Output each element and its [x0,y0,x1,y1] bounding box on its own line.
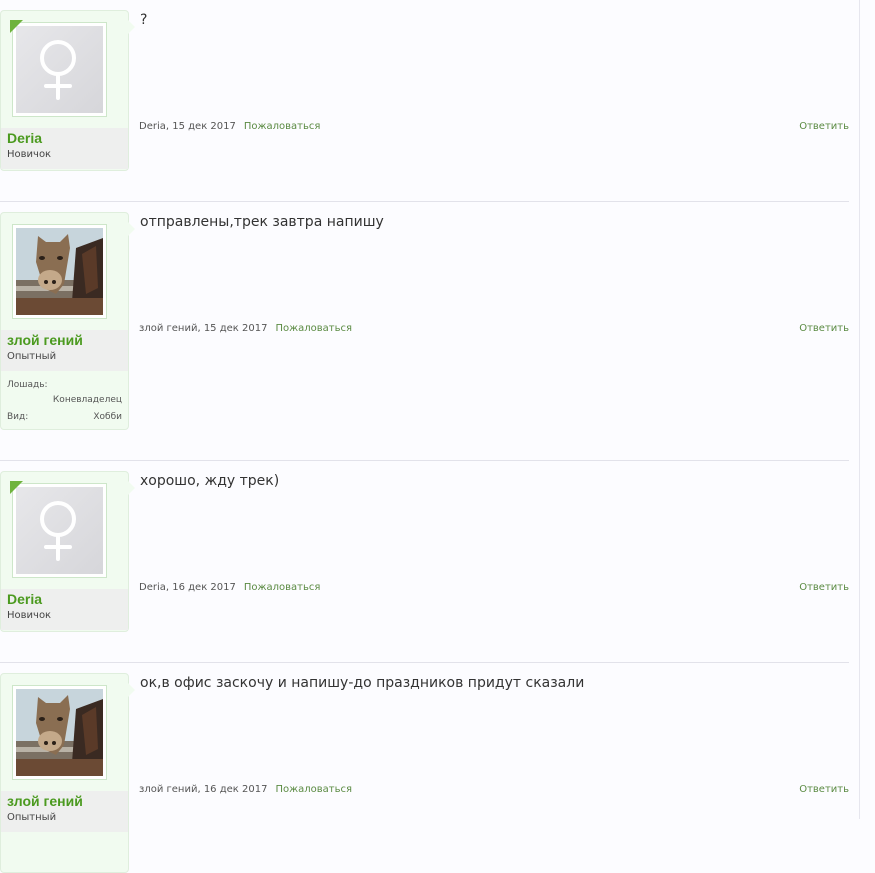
user-title: Новичок [7,149,52,160]
reply-link[interactable]: Ответить [799,121,849,132]
female-symbol-icon [40,501,76,561]
nameplate: злой гений Опытный [1,791,128,832]
user-title: Опытный [7,351,57,362]
message-arrow [128,481,135,495]
field-value-horse: Коневладелец [52,395,122,405]
reply-link[interactable]: Ответить [799,784,849,795]
report-link[interactable]: Пожаловаться [275,323,352,334]
message-text: отправлены,трек завтра напишу [140,214,384,230]
username[interactable]: Deria [7,130,42,146]
field-label-horse: Лошадь: [7,380,48,390]
user-title: Новичок [7,610,52,621]
female-symbol-icon [40,40,76,100]
user-title: Опытный [7,812,57,823]
scrollbar-track[interactable] [859,0,860,819]
meta-author[interactable]: злой гений [139,323,197,334]
field-label-type: Вид: [7,412,29,422]
user-info: злой гений Опытный Лошадь: Коневладелец … [0,212,129,430]
meta-date[interactable]: 15 дек 2017 [172,121,236,132]
report-link[interactable]: Пожаловаться [275,784,352,795]
message-text: хорошо, жду трек) [140,473,280,489]
gender-corner-icon [10,20,23,33]
meta-author[interactable]: Deria [139,582,166,593]
reply-link[interactable]: Ответить [799,323,849,334]
avatar[interactable] [12,685,107,780]
message-meta: злой гений, 16 дек 2017 Пожаловаться [139,784,352,795]
avatar[interactable] [12,483,107,578]
message-meta: Deria, 15 дек 2017 Пожаловаться [139,121,321,132]
username[interactable]: Deria [7,591,42,607]
post: злой гений Опытный Лошадь: Коневладелец … [0,212,849,452]
horse-photo-icon [16,689,103,776]
meta-date[interactable]: 15 дек 2017 [204,323,268,334]
meta-author[interactable]: злой гений [139,784,197,795]
report-link[interactable]: Пожаловаться [244,121,321,132]
message-text: ? [140,12,148,28]
reply-link[interactable]: Ответить [799,582,849,593]
meta-date[interactable]: 16 дек 2017 [204,784,268,795]
gender-corner-icon [10,481,23,494]
nameplate: Deria Новичок [1,128,128,169]
post: злой гений Опытный ок,в офис заскочу и н… [0,673,849,873]
nameplate: злой гений Опытный [1,330,128,371]
user-info: злой гений Опытный [0,673,129,873]
message-arrow [128,683,135,697]
post: Deria Новичок ? Deria, 15 дек 2017 Пожало… [0,10,849,190]
field-value-type: Хобби [93,412,122,422]
post: Deria Новичок хорошо, жду трек) Deria, 1… [0,471,849,651]
message-meta: Deria, 16 дек 2017 Пожаловаться [139,582,321,593]
meta-date[interactable]: 16 дек 2017 [172,582,236,593]
horse-photo-icon [16,228,103,315]
report-link[interactable]: Пожаловаться [244,582,321,593]
message-meta: злой гений, 15 дек 2017 Пожаловаться [139,323,352,334]
avatar[interactable] [12,22,107,117]
user-info: Deria Новичок [0,471,129,632]
message-text: ок,в офис заскочу и напишу-до праздников… [140,675,585,691]
message-arrow [128,20,135,34]
post-divider [0,460,849,461]
username[interactable]: злой гений [7,332,83,348]
meta-author[interactable]: Deria [139,121,166,132]
username[interactable]: злой гений [7,793,83,809]
user-info: Deria Новичок [0,10,129,171]
avatar[interactable] [12,224,107,319]
post-divider [0,662,849,663]
nameplate: Deria Новичок [1,589,128,630]
post-divider [0,201,849,202]
message-arrow [128,222,135,236]
